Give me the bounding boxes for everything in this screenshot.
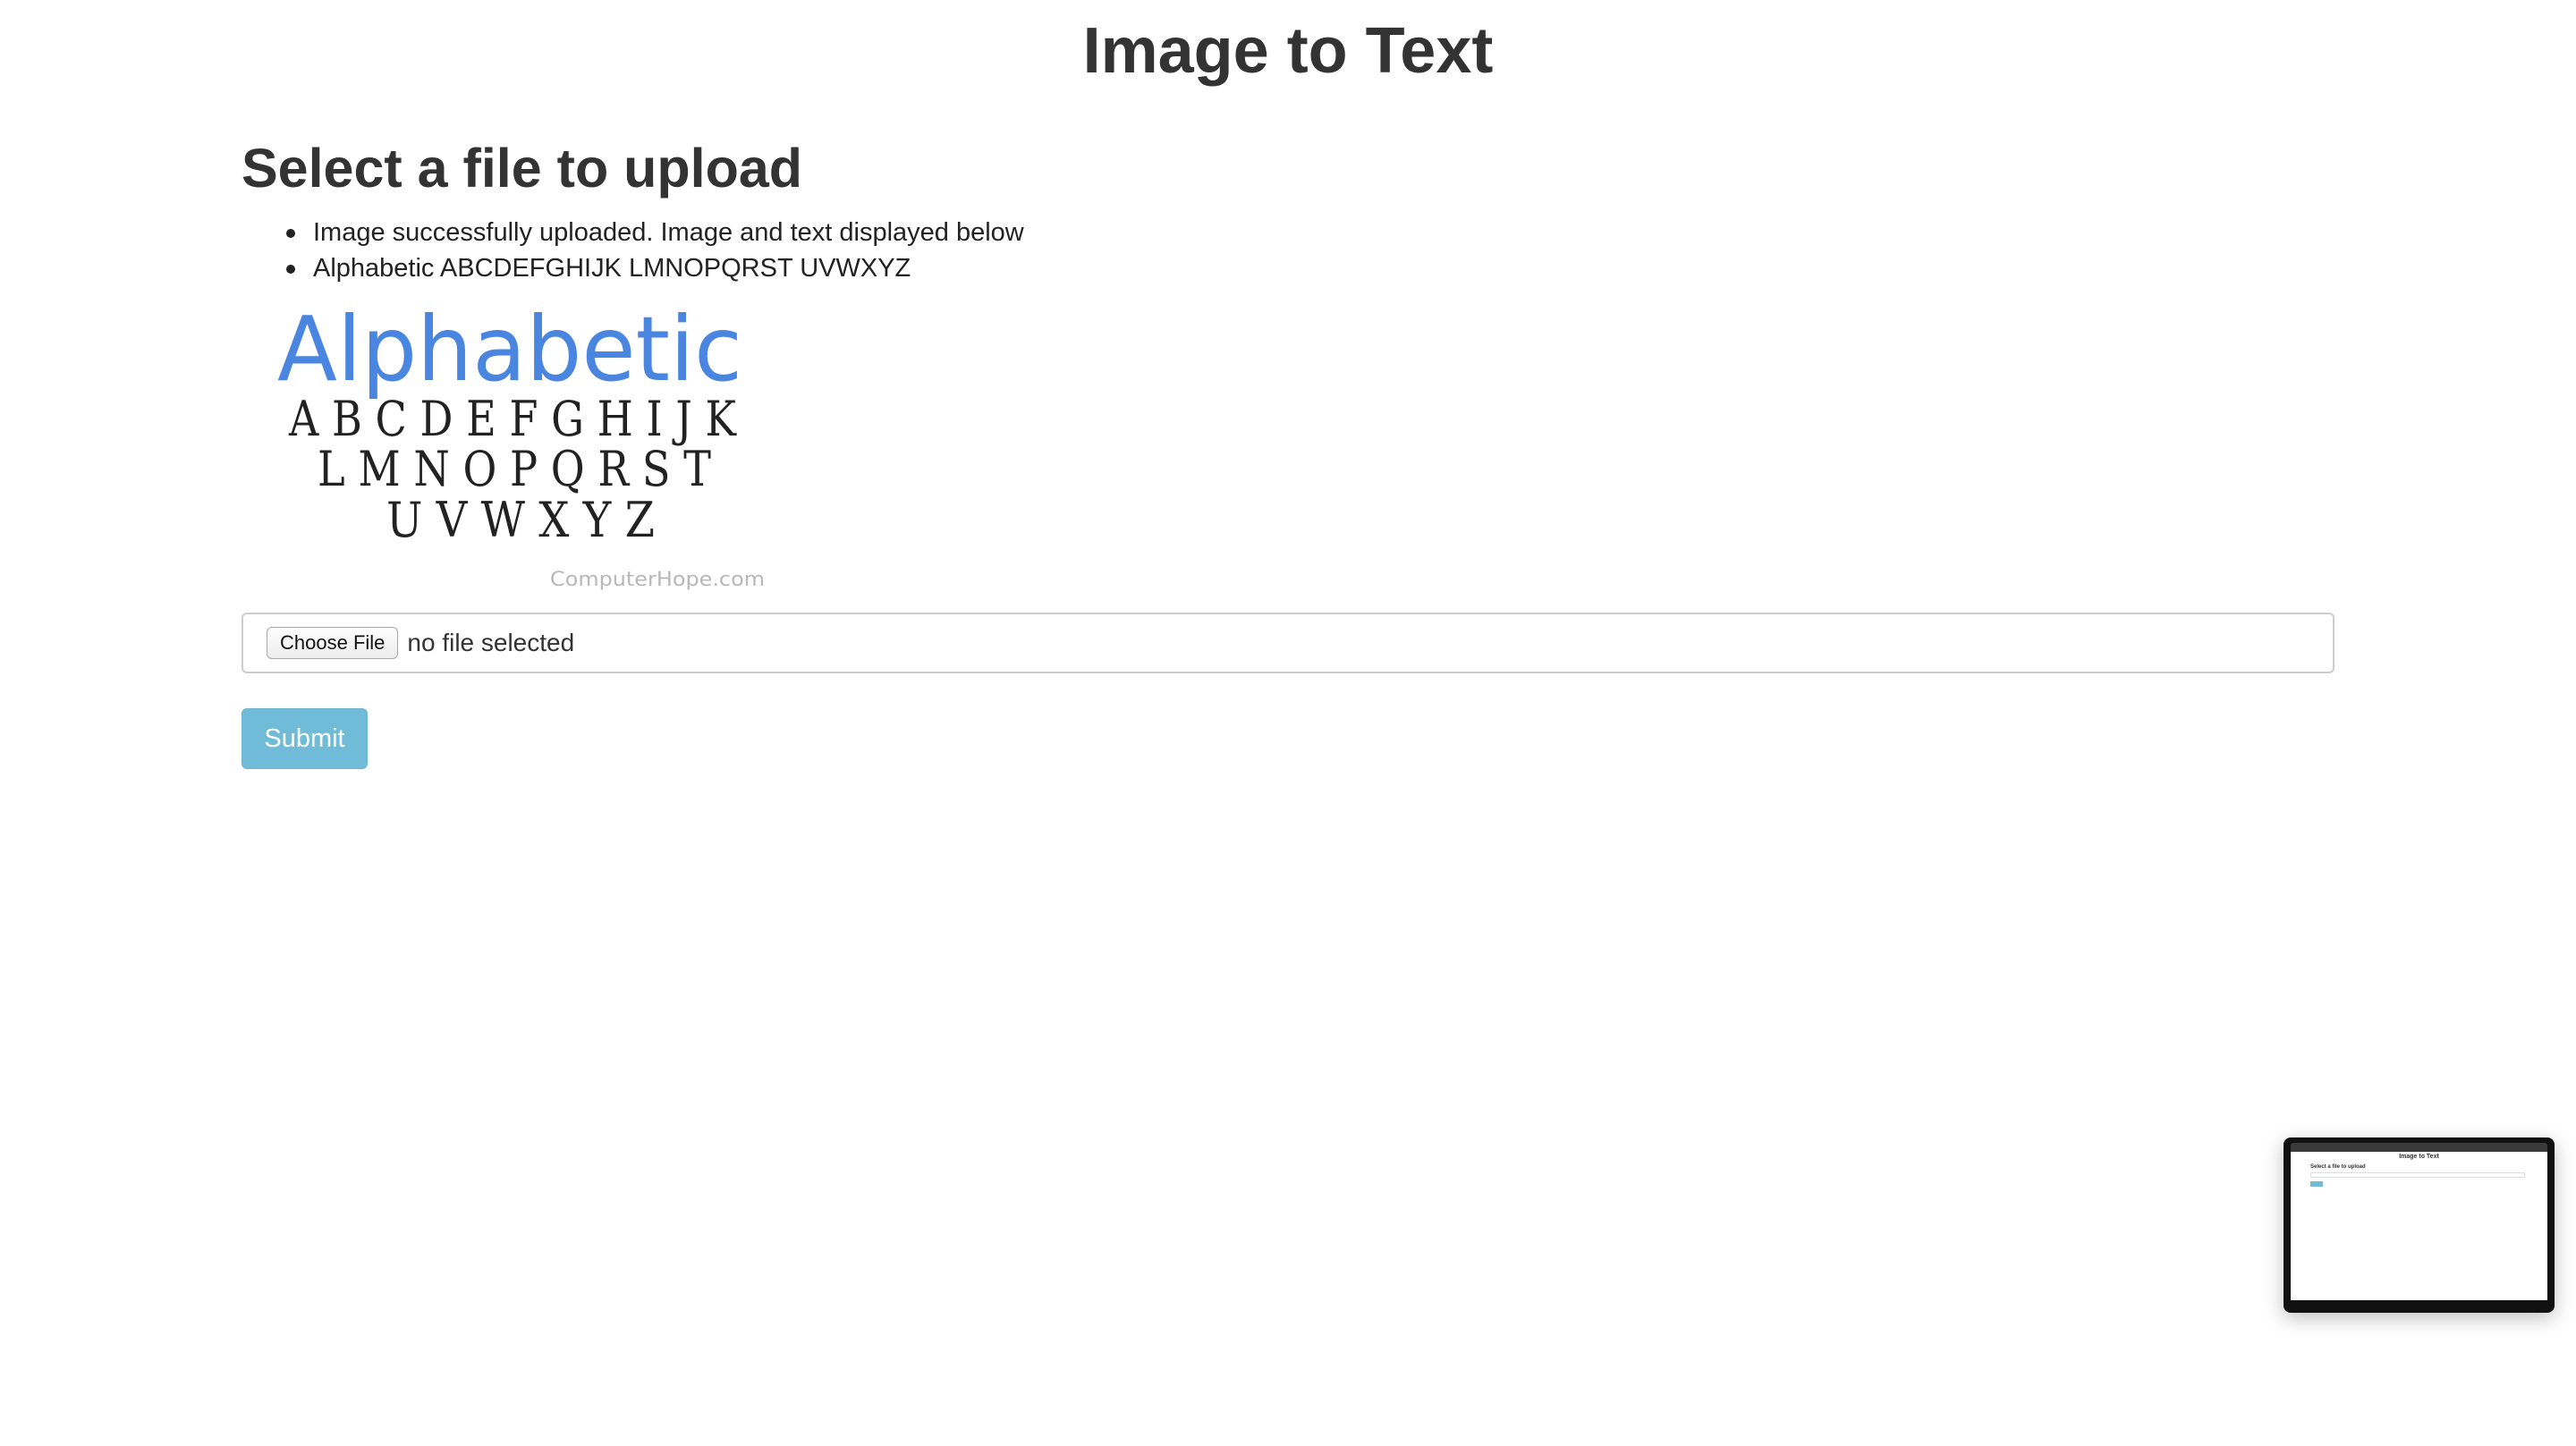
- thumbnail-file-input: [2310, 1172, 2525, 1178]
- extracted-text-message: Alphabetic ABCDEFGHIJK LMNOPQRST UVWXYZ: [286, 250, 1024, 286]
- uploaded-image-line-1: A B C D E F G H I J K: [288, 391, 737, 447]
- upload-section-heading: Select a file to upload: [242, 138, 803, 199]
- file-status-text: no file selected: [407, 629, 575, 656]
- thumbnail-page-title: Image to Text: [2399, 1154, 2439, 1160]
- thumbnail-toolbar: [2291, 1143, 2547, 1152]
- submit-button[interactable]: Submit: [242, 708, 368, 769]
- page-title: Image to Text: [1082, 15, 1494, 87]
- upload-success-message: Image successfully uploaded. Image and t…: [286, 215, 1024, 250]
- uploaded-image-line-3: U V W X Y Z: [386, 492, 655, 548]
- thumbnail-screen: Image to Text Select a file to upload: [2291, 1152, 2547, 1300]
- uploaded-image: Alphabetic A B C D E F G H I J K L M N O…: [259, 295, 796, 599]
- uploaded-image-watermark: ComputerHope.com: [550, 569, 765, 591]
- choose-file-button[interactable]: Choose File: [267, 627, 399, 659]
- uploaded-image-line-2: L M N O P Q R S T: [318, 441, 711, 497]
- screenshot-preview-thumbnail[interactable]: Image to Text Select a file to upload: [2284, 1137, 2555, 1313]
- file-input[interactable]: Choose File no file selected: [242, 613, 2334, 673]
- status-message-list: Image successfully uploaded. Image and t…: [286, 215, 1024, 286]
- thumbnail-submit-button: [2310, 1181, 2323, 1187]
- thumbnail-heading: Select a file to upload: [2310, 1164, 2366, 1170]
- uploaded-image-title-text: Alphabetic: [277, 297, 742, 402]
